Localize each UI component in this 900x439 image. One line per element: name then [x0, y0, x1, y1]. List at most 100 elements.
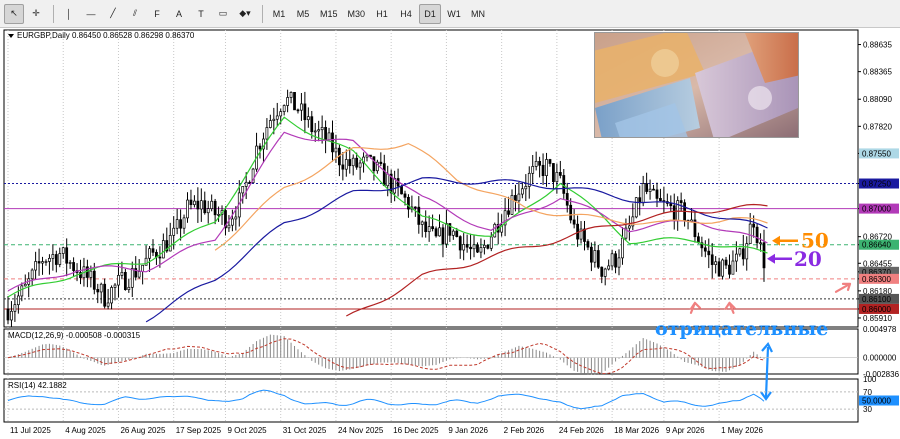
price-tag-label: 0.86300 [862, 275, 891, 284]
channel-icon[interactable]: ⫽ [125, 4, 145, 24]
candle-body [558, 172, 562, 176]
timeframe-m30[interactable]: M30 [344, 4, 370, 24]
price-tag-label: 0.86100 [862, 295, 891, 304]
candle-body [614, 253, 617, 268]
x-tick-label: 26 Aug 2025 [120, 426, 165, 435]
timeframe-m15[interactable]: M15 [316, 4, 342, 24]
candle-body [596, 250, 600, 268]
toolbar-separator [262, 4, 263, 23]
rectangle-icon[interactable]: ▭ [213, 4, 233, 24]
candle-body [427, 226, 431, 233]
candle-body [593, 250, 597, 263]
candle-body [652, 188, 655, 191]
x-tick-label: 18 Mar 2026 [614, 426, 659, 435]
cursor-icon[interactable]: ↖ [4, 3, 24, 24]
candle-body [110, 287, 113, 304]
candle-body [434, 228, 438, 237]
candle-body [441, 227, 445, 245]
candle-body [231, 218, 234, 226]
candle-body [172, 227, 176, 236]
candle-body [248, 181, 252, 184]
candle-body [282, 105, 286, 112]
candle-body [103, 283, 107, 307]
candle-body [728, 264, 731, 275]
x-tick-label: 16 Dec 2025 [393, 426, 439, 435]
candle-body [37, 261, 41, 264]
candle-body [317, 129, 321, 132]
candle-body [583, 228, 586, 242]
candle-body [538, 160, 541, 166]
macd-y-label: 0.000000 [863, 354, 897, 363]
candle-body [258, 145, 262, 150]
candle-body [372, 156, 376, 172]
x-tick-label: 9 Jan 2026 [448, 426, 488, 435]
candle-body [65, 247, 69, 264]
price-tag-label: 0.86640 [862, 241, 891, 250]
candle-body [206, 208, 210, 214]
candle-body [117, 275, 120, 286]
candle-body [300, 103, 303, 111]
candle-body [234, 216, 238, 220]
crosshair-icon[interactable]: ✛ [26, 4, 46, 24]
candle-body [313, 130, 317, 133]
x-tick-label: 17 Sep 2025 [176, 426, 222, 435]
timeframe-m5[interactable]: M5 [292, 4, 314, 24]
x-tick-label: 24 Nov 2025 [338, 426, 384, 435]
candle-body [41, 261, 44, 264]
candle-body [51, 254, 55, 259]
candle-body [279, 111, 283, 117]
candle-body [655, 189, 659, 199]
timeframe-m1[interactable]: M1 [268, 4, 290, 24]
candle-body [127, 286, 131, 290]
candle-body [648, 188, 652, 192]
candle-body [534, 160, 538, 167]
candle-body [123, 271, 127, 290]
candle-body [407, 196, 410, 210]
candle-body [741, 248, 745, 260]
timeframe-mn[interactable]: MN [467, 4, 489, 24]
candle-body [565, 193, 569, 206]
shapes-menu-icon[interactable]: ◆▾ [235, 4, 255, 24]
candle-body [669, 203, 673, 207]
x-tick-label: 4 Aug 2025 [65, 426, 106, 435]
candle-body [148, 248, 151, 259]
candle-body [306, 116, 310, 121]
candle-body [445, 223, 448, 245]
candle-body [351, 157, 355, 167]
candle-body [603, 268, 607, 277]
candle-body [514, 195, 517, 202]
candle-body [358, 162, 362, 168]
candle-body [48, 257, 51, 262]
price-tag-label: 0.87550 [862, 149, 891, 158]
candle-body [462, 244, 466, 251]
timeframe-w1[interactable]: W1 [443, 4, 465, 24]
candle-body [10, 310, 13, 321]
candle-body [355, 157, 359, 168]
text-icon[interactable]: A [169, 4, 189, 24]
candle-body [241, 186, 245, 194]
timeframe-d1[interactable]: D1 [419, 3, 442, 24]
horizontal-line-icon[interactable]: — [81, 4, 101, 24]
fibonacci-icon[interactable]: F [147, 4, 167, 24]
timeframe-h1[interactable]: H1 [371, 4, 393, 24]
trendline-icon[interactable]: ╱ [103, 4, 123, 24]
candle-body [714, 261, 718, 265]
candle-body [762, 242, 766, 269]
candle-body [507, 210, 510, 215]
candle-body [472, 244, 476, 250]
chart-area[interactable]: 11 Jul 2025 4 Aug 2025 26 Aug 2025 17 Sep 2… [0, 28, 900, 439]
macd-title: MACD(12,26,9) -0.000508 -0.000315 [8, 331, 141, 340]
chart-toolbar: ↖ ✛ │ — ╱ ⫽ F A T ▭ ◆▾ M1 M5 M15 M30 H1 H4 D1 W1 MN [0, 0, 900, 28]
candle-body [403, 193, 407, 198]
text-label-icon[interactable]: T [191, 4, 211, 24]
candle-body [13, 304, 17, 312]
candle-body [96, 288, 100, 293]
candle-body [30, 269, 34, 280]
vertical-line-icon[interactable]: │ [59, 4, 79, 24]
rsi-y-label: 30 [863, 405, 872, 414]
candle-body [524, 186, 528, 190]
candle-body [707, 250, 711, 256]
candle-body [748, 223, 752, 244]
candle-body [34, 261, 37, 271]
timeframe-h4[interactable]: H4 [395, 4, 417, 24]
